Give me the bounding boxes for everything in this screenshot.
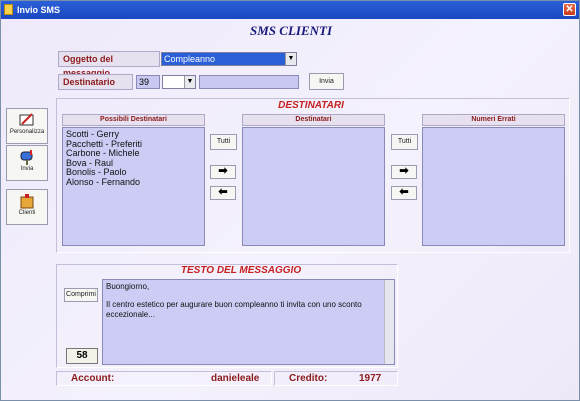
clients-icon <box>20 194 34 209</box>
move-left-button[interactable]: ⬅ <box>210 186 236 200</box>
move-right-button-2[interactable]: ➡ <box>391 165 417 179</box>
possibili-list[interactable]: Scotti - Gerry Pacchetti - Preferiti Car… <box>62 127 205 246</box>
comprimi-button[interactable]: Comprimi <box>64 288 98 302</box>
oggetto-label: Oggetto del messaggio <box>58 51 160 78</box>
move-left-button-2[interactable]: ⬅ <box>391 186 417 200</box>
account-label: Account: <box>71 373 115 384</box>
country-code-input[interactable]: 39 <box>136 75 160 89</box>
invia-side-label: Invia <box>20 166 34 172</box>
errati-list[interactable] <box>422 127 565 246</box>
app-icon <box>4 4 13 15</box>
clienti-button[interactable]: Clienti <box>6 189 48 225</box>
tutti-button-1[interactable]: Tutti <box>210 134 237 150</box>
close-button[interactable]: ✕ <box>563 3 576 16</box>
possibili-header: Possibili Destinatari <box>62 114 205 126</box>
personalizza-label: Personalizza <box>9 129 45 135</box>
title-bar: Invio SMS ✕ <box>1 1 579 19</box>
message-line-2: Il centro estetico per augurare buon com… <box>106 300 362 319</box>
mailbox-icon <box>20 150 33 165</box>
account-value: danieleale <box>211 373 260 384</box>
personalizza-icon <box>19 113 34 126</box>
oggetto-select[interactable]: Compleanno ▼ <box>161 52 297 66</box>
move-right-button[interactable]: ➡ <box>210 165 236 179</box>
char-counter: 58 <box>66 348 98 364</box>
arrow-right-icon: ➡ <box>399 165 409 177</box>
chevron-down-icon[interactable]: ▼ <box>184 76 195 88</box>
message-textarea[interactable]: Buongiorno, Il centro estetico per augur… <box>102 279 395 365</box>
errati-header: Numeri Errati <box>422 114 565 126</box>
message-line-1: Buongiorno, <box>106 282 150 291</box>
testo-title: TESTO DEL MESSAGGIO <box>180 265 302 276</box>
oggetto-value: Compleanno <box>164 54 216 64</box>
list-item[interactable]: Alonso - Fernando <box>66 177 201 188</box>
destinatari-list[interactable] <box>242 127 385 246</box>
destinatari-header: Destinatari <box>242 114 385 126</box>
arrow-left-icon: ⬅ <box>399 186 409 198</box>
credito-label: Credito: <box>289 373 328 384</box>
window-title: Invio SMS <box>17 5 61 15</box>
tutti-button-2[interactable]: Tutti <box>391 134 418 150</box>
phone-number-input[interactable] <box>199 75 299 89</box>
prefix-select[interactable]: ▼ <box>162 75 196 89</box>
invia-button[interactable]: Invia <box>309 73 344 90</box>
clienti-label: Clienti <box>18 210 36 216</box>
credito-value: 1977 <box>359 373 382 384</box>
personalizza-button[interactable]: Personalizza <box>6 108 48 144</box>
chevron-down-icon[interactable]: ▼ <box>285 53 296 65</box>
invia-side-button[interactable]: Invia <box>6 145 48 181</box>
destinatari-title: DESTINATARI <box>278 100 344 111</box>
destinatario-label: Destinatario <box>58 74 133 90</box>
arrow-left-icon: ⬅ <box>218 186 228 198</box>
arrow-right-icon: ➡ <box>218 165 228 177</box>
sms-window: Invio SMS ✕ SMS CLIENTI Oggetto del mess… <box>0 0 580 401</box>
message-scrollbar[interactable] <box>384 280 394 364</box>
page-title: SMS CLIENTI <box>250 23 332 38</box>
